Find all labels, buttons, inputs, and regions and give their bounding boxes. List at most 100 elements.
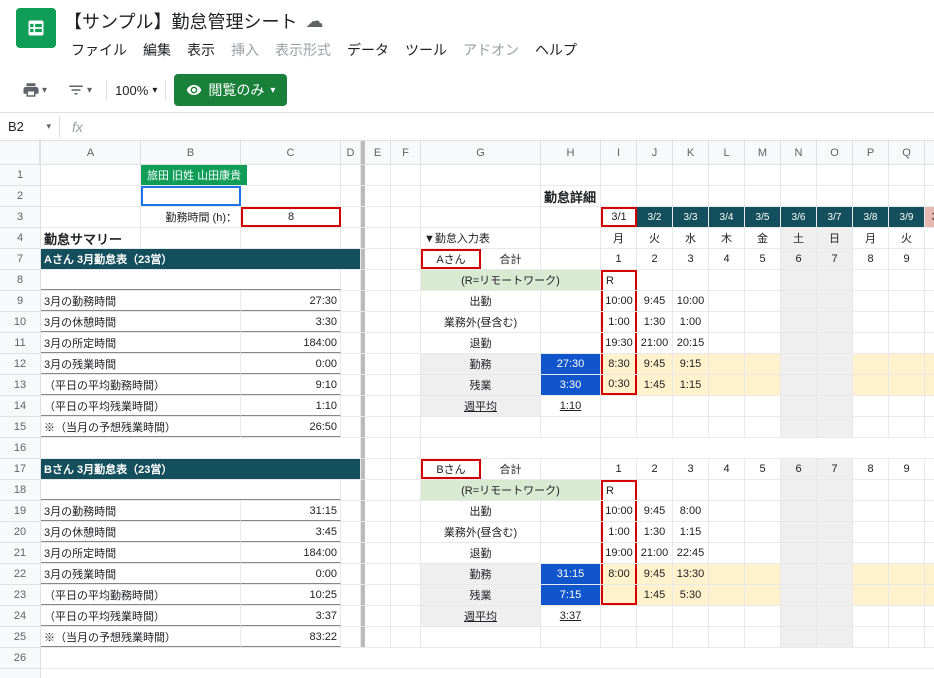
cell[interactable]: 22:45: [673, 543, 709, 563]
weekday[interactable]: 水: [673, 228, 709, 248]
cell[interactable]: [361, 501, 391, 521]
cell[interactable]: [853, 501, 889, 521]
cell[interactable]: [925, 564, 934, 584]
cell[interactable]: [817, 522, 853, 542]
cell[interactable]: [541, 291, 601, 311]
cell[interactable]: [361, 417, 391, 437]
cell[interactable]: [391, 228, 421, 248]
cell[interactable]: [925, 375, 934, 395]
menu-挿入[interactable]: 挿入: [224, 36, 266, 64]
cell[interactable]: [541, 165, 601, 185]
cell[interactable]: [341, 564, 361, 584]
day-num[interactable]: 7: [817, 459, 853, 479]
cell[interactable]: [853, 333, 889, 353]
cell[interactable]: [637, 186, 673, 206]
summary-label[interactable]: 3月の所定時間: [41, 333, 241, 353]
cell[interactable]: 1:15: [673, 522, 709, 542]
cell[interactable]: 19:30: [601, 333, 637, 353]
summary-label[interactable]: 3月の勤務時間: [41, 291, 241, 311]
cell[interactable]: [421, 165, 541, 185]
cell[interactable]: [361, 396, 391, 416]
cell[interactable]: [421, 417, 541, 437]
day-num[interactable]: 6: [781, 459, 817, 479]
cell[interactable]: [673, 480, 709, 500]
cell[interactable]: 10:00: [673, 291, 709, 311]
cell-grid[interactable]: 旅田 旧姓 山田康貴 (時間の記入方法①) 【H～.勤怠詳細(時間の記入方法②)…: [41, 165, 934, 669]
detail-label[interactable]: 業務外(昼含む): [421, 522, 541, 542]
col-header-G[interactable]: G: [421, 141, 541, 164]
avg-label[interactable]: 週平均: [421, 396, 541, 416]
row-header-18[interactable]: 18: [0, 480, 40, 501]
summary-label[interactable]: （平日の平均残業時間）: [41, 606, 241, 626]
cell[interactable]: 8:30: [601, 354, 637, 374]
cell[interactable]: [925, 543, 934, 563]
row-header-7[interactable]: 7: [0, 249, 40, 270]
cell[interactable]: [361, 207, 391, 227]
column-headers[interactable]: ABCDEFGHIJKLMNOPQRSTU: [41, 141, 934, 165]
cell[interactable]: [361, 375, 391, 395]
weekday[interactable]: 月: [853, 228, 889, 248]
cell[interactable]: [421, 438, 601, 458]
weekday[interactable]: 木: [709, 228, 745, 248]
day-num[interactable]: 2: [637, 459, 673, 479]
cell[interactable]: [853, 270, 889, 290]
entry-table-label[interactable]: ▼勤怠入力表: [421, 228, 541, 248]
cell[interactable]: [817, 480, 853, 500]
cell[interactable]: [817, 543, 853, 563]
cell[interactable]: [637, 270, 673, 290]
cell[interactable]: [709, 396, 745, 416]
weekday[interactable]: 水: [925, 228, 934, 248]
day-num[interactable]: 10: [925, 249, 934, 269]
cell[interactable]: [853, 564, 889, 584]
cell[interactable]: 8:00: [601, 564, 637, 584]
col-header-H[interactable]: H: [541, 141, 601, 164]
date-3/2[interactable]: 3/2: [637, 207, 673, 227]
cell[interactable]: [709, 291, 745, 311]
cell[interactable]: [853, 375, 889, 395]
cell[interactable]: [889, 417, 925, 437]
col-header-R[interactable]: R: [925, 141, 934, 164]
cell[interactable]: [745, 480, 781, 500]
cell[interactable]: [673, 396, 709, 416]
cell[interactable]: [925, 585, 934, 605]
cell[interactable]: [361, 522, 391, 542]
day-num[interactable]: 7: [817, 249, 853, 269]
cell[interactable]: [745, 585, 781, 605]
day-num[interactable]: 4: [709, 459, 745, 479]
cell[interactable]: [673, 165, 709, 185]
detail-label[interactable]: 勤務: [421, 564, 541, 584]
cell[interactable]: 20:15: [673, 333, 709, 353]
detail-label[interactable]: 退勤: [421, 333, 541, 353]
cell[interactable]: [817, 333, 853, 353]
cell[interactable]: [925, 354, 934, 374]
cell[interactable]: [341, 333, 361, 353]
cell[interactable]: [709, 606, 745, 626]
zoom-selector[interactable]: 100%▾: [115, 83, 157, 98]
total-header[interactable]: 合計: [481, 249, 541, 269]
cell[interactable]: [745, 270, 781, 290]
cell[interactable]: 21:00: [637, 543, 673, 563]
cell[interactable]: [391, 522, 421, 542]
summary-val[interactable]: 9:10: [241, 375, 341, 395]
cell[interactable]: [341, 417, 361, 437]
work-sum[interactable]: 31:15: [541, 564, 601, 584]
cell[interactable]: [889, 627, 925, 647]
row-header-12[interactable]: 12: [0, 354, 40, 375]
cell[interactable]: [361, 459, 391, 479]
cell[interactable]: [781, 291, 817, 311]
cell[interactable]: [637, 606, 673, 626]
weekday[interactable]: 金: [745, 228, 781, 248]
cell[interactable]: [391, 291, 421, 311]
cell[interactable]: [709, 480, 745, 500]
date-3/8[interactable]: 3/8: [853, 207, 889, 227]
cell[interactable]: [391, 417, 421, 437]
date-3/3[interactable]: 3/3: [673, 207, 709, 227]
row-header-8[interactable]: 8: [0, 270, 40, 291]
cell[interactable]: [925, 165, 934, 185]
cell[interactable]: [709, 333, 745, 353]
row-header-17[interactable]: 17: [0, 459, 40, 480]
cell[interactable]: [361, 480, 391, 500]
date-3/5[interactable]: 3/5: [745, 207, 781, 227]
cell[interactable]: [745, 165, 781, 185]
cell[interactable]: [745, 417, 781, 437]
